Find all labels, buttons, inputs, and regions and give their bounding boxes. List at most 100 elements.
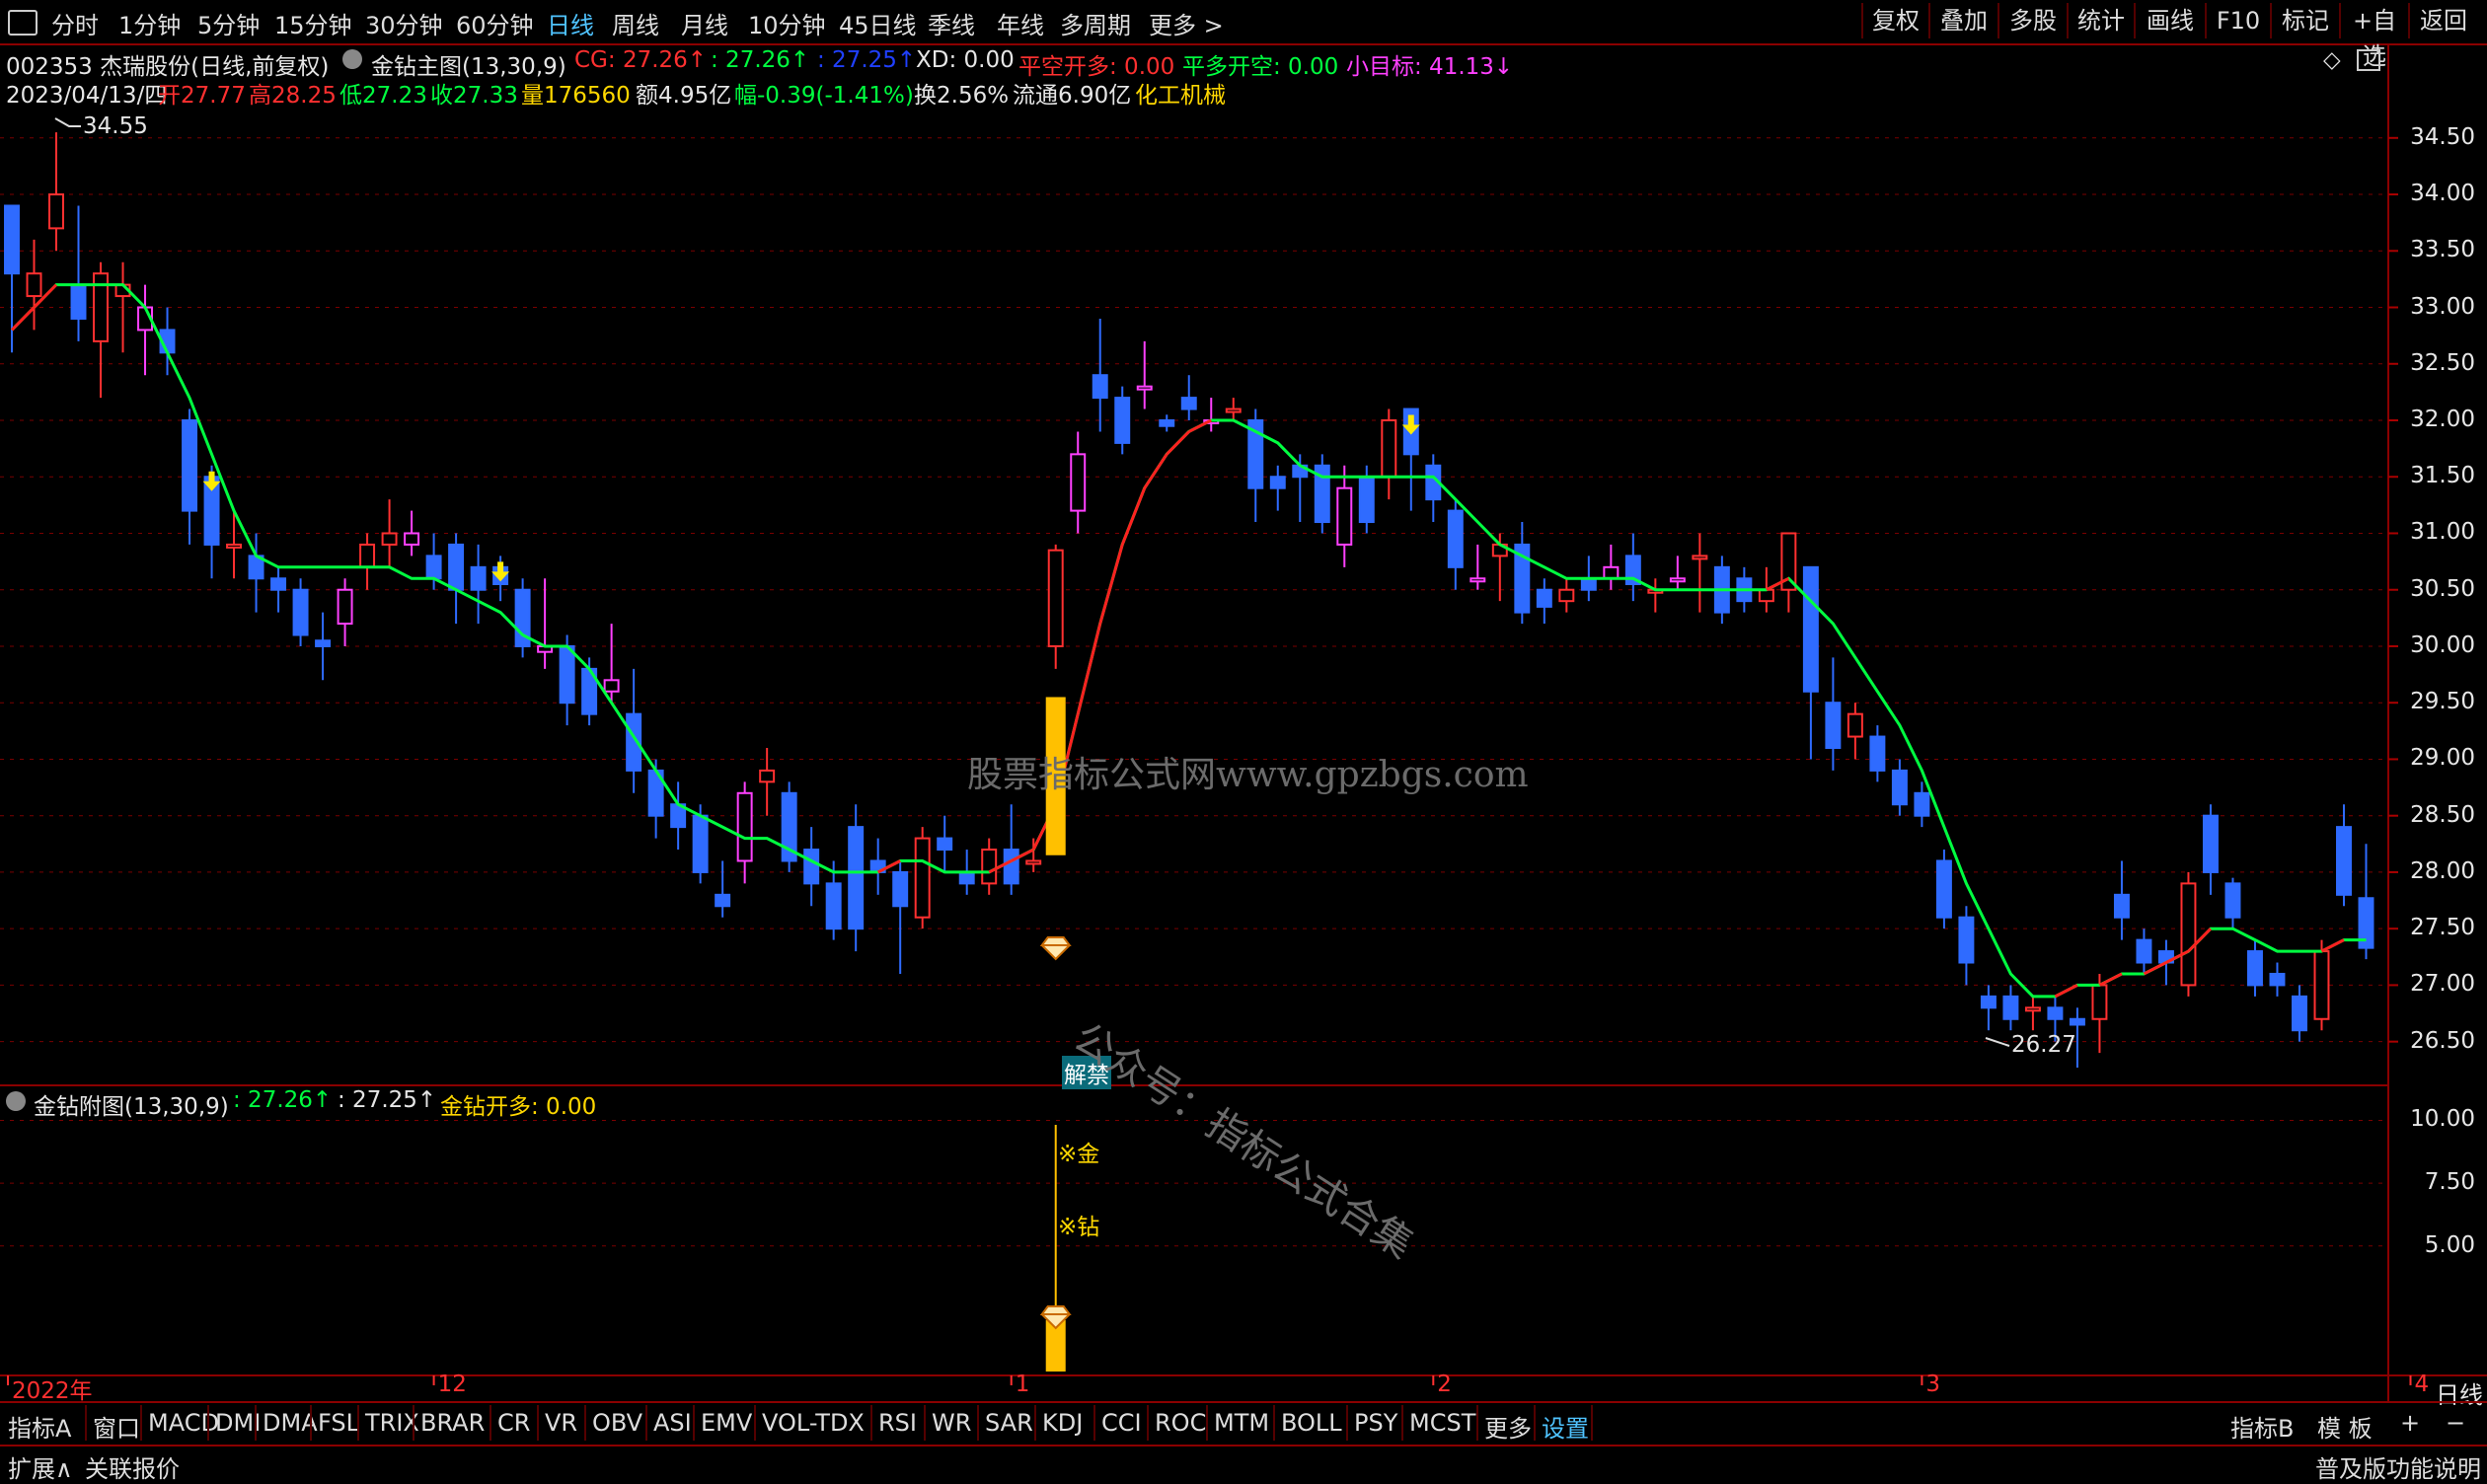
- indicator-tab-19[interactable]: ROC: [1155, 1409, 1206, 1437]
- candle: [1470, 544, 1486, 590]
- candle: [981, 838, 998, 895]
- tab-separator: [1346, 1405, 1348, 1441]
- candle: [937, 815, 953, 872]
- sub-value-2: : 27.25↑: [338, 1087, 437, 1113]
- candle: [137, 284, 154, 376]
- y-tick-label: 30.50: [2410, 575, 2475, 602]
- sub-panel-toggle-icon[interactable]: [6, 1091, 26, 1111]
- candle: [2113, 860, 2130, 940]
- indicator-tab-15[interactable]: WR: [932, 1409, 971, 1437]
- right-tab-1[interactable]: 模 板: [2317, 1409, 2373, 1444]
- indicator-tab-1[interactable]: 窗口: [93, 1409, 140, 1444]
- indicator-tab-23[interactable]: MCST: [1409, 1409, 1475, 1437]
- candle: [1269, 465, 1286, 511]
- candle: [2269, 962, 2286, 997]
- candle: [1536, 578, 1552, 625]
- right-tab-0[interactable]: 指标B: [2230, 1409, 2294, 1444]
- candle: [1159, 414, 1175, 432]
- candle: [1603, 544, 1620, 590]
- candle: [337, 578, 353, 646]
- tab-separator: [1206, 1405, 1208, 1441]
- tab-separator: [1476, 1405, 1478, 1441]
- y-tick-label: 33.00: [2410, 293, 2475, 320]
- tab-separator: [645, 1405, 647, 1441]
- candle: [26, 239, 42, 331]
- candle: [470, 544, 487, 625]
- y-tick-label: 31.00: [2410, 519, 2475, 546]
- candle: [803, 827, 820, 907]
- candle: [2292, 985, 2307, 1042]
- candle: [559, 634, 575, 726]
- tab-separator: [1273, 1405, 1275, 1441]
- indicator-tab-7[interactable]: BRAR: [420, 1409, 485, 1437]
- tab-separator: [310, 1405, 312, 1441]
- tab-separator: [537, 1405, 539, 1441]
- indicator-tab-14[interactable]: RSI: [878, 1409, 917, 1437]
- indicator-tab-13[interactable]: VOL-TDX: [762, 1409, 865, 1437]
- ma-rising-segment: [1143, 453, 1168, 489]
- indicator-tab-11[interactable]: ASI: [653, 1409, 692, 1437]
- candle: [2180, 871, 2197, 997]
- candle: [1780, 532, 1797, 613]
- indicator-tab-8[interactable]: CR: [497, 1409, 530, 1437]
- right-tab-3[interactable]: −: [2446, 1409, 2465, 1437]
- candle: [1669, 556, 1686, 590]
- tab-separator: [1591, 1405, 1593, 1441]
- tab-separator: [357, 1405, 359, 1441]
- candle: [1692, 533, 1708, 613]
- candle: [404, 510, 420, 556]
- tab-separator: [870, 1405, 872, 1441]
- ma-rising-segment: [1076, 623, 1102, 715]
- candle: [93, 261, 109, 399]
- sub-y-tick-label: 5.00: [2424, 1231, 2475, 1258]
- ma-rising-segment: [1120, 487, 1147, 546]
- x-tick-label: 2: [1437, 1372, 1452, 1397]
- edition-info-link[interactable]: 普及版功能说明: [2315, 1449, 2481, 1484]
- indicator-tab-25[interactable]: 设置: [1542, 1409, 1589, 1444]
- y-tick-label: 31.50: [2410, 463, 2475, 489]
- tab-separator: [255, 1405, 257, 1441]
- candle: [1846, 703, 1863, 760]
- candle: [381, 499, 398, 567]
- candle: [670, 781, 687, 851]
- indicator-tab-9[interactable]: VR: [545, 1409, 577, 1437]
- indicator-tab-10[interactable]: OBV: [592, 1409, 642, 1437]
- candle: [2313, 939, 2330, 1031]
- y-tick-label: 27.00: [2410, 971, 2475, 998]
- related-quote-button[interactable]: 关联报价: [85, 1449, 180, 1484]
- right-tab-2[interactable]: +: [2400, 1409, 2420, 1437]
- indicator-tab-17[interactable]: KDJ: [1042, 1409, 1083, 1437]
- indicator-tab-12[interactable]: EMV: [701, 1409, 752, 1437]
- sub-panel-title[interactable]: 金钻附图(13,30,9): [34, 1087, 229, 1121]
- candle: [2002, 985, 2019, 1031]
- tab-separator: [977, 1405, 979, 1441]
- ma-rising-segment: [2143, 961, 2167, 976]
- tab-separator: [207, 1405, 209, 1441]
- indicator-tab-21[interactable]: BOLL: [1281, 1409, 1342, 1437]
- expand-button[interactable]: 扩展∧: [8, 1449, 73, 1484]
- candle: [182, 408, 198, 545]
- tab-separator: [140, 1405, 142, 1441]
- indicator-tab-0[interactable]: 指标A: [8, 1409, 71, 1444]
- high-pointer: [54, 117, 81, 127]
- candle: [603, 624, 620, 704]
- sub-y-tick-label: 7.50: [2424, 1169, 2475, 1196]
- y-tick-label: 34.50: [2410, 123, 2475, 150]
- x-tick-label: 3: [1925, 1372, 1941, 1397]
- status-bar: [0, 1445, 2487, 1484]
- indicator-tab-18[interactable]: CCI: [1101, 1409, 1142, 1437]
- indicator-tab-6[interactable]: TRIX: [365, 1409, 419, 1437]
- ma-rising-segment: [2098, 972, 2123, 987]
- y-tick-label: 34.00: [2410, 181, 2475, 207]
- indicator-tab-20[interactable]: MTM: [1214, 1409, 1269, 1437]
- indicator-tab-16[interactable]: SAR: [985, 1409, 1033, 1437]
- candle: [1958, 906, 1975, 986]
- price-chart[interactable]: [0, 0, 2487, 1482]
- indicator-tab-24[interactable]: 更多: [1484, 1409, 1532, 1444]
- candle: [892, 860, 909, 974]
- candle: [2136, 928, 2152, 974]
- tab-separator: [413, 1405, 414, 1441]
- indicator-tab-22[interactable]: PSY: [1354, 1409, 1397, 1437]
- indicator-tab-5[interactable]: FSL: [318, 1409, 359, 1437]
- tab-separator: [754, 1405, 756, 1441]
